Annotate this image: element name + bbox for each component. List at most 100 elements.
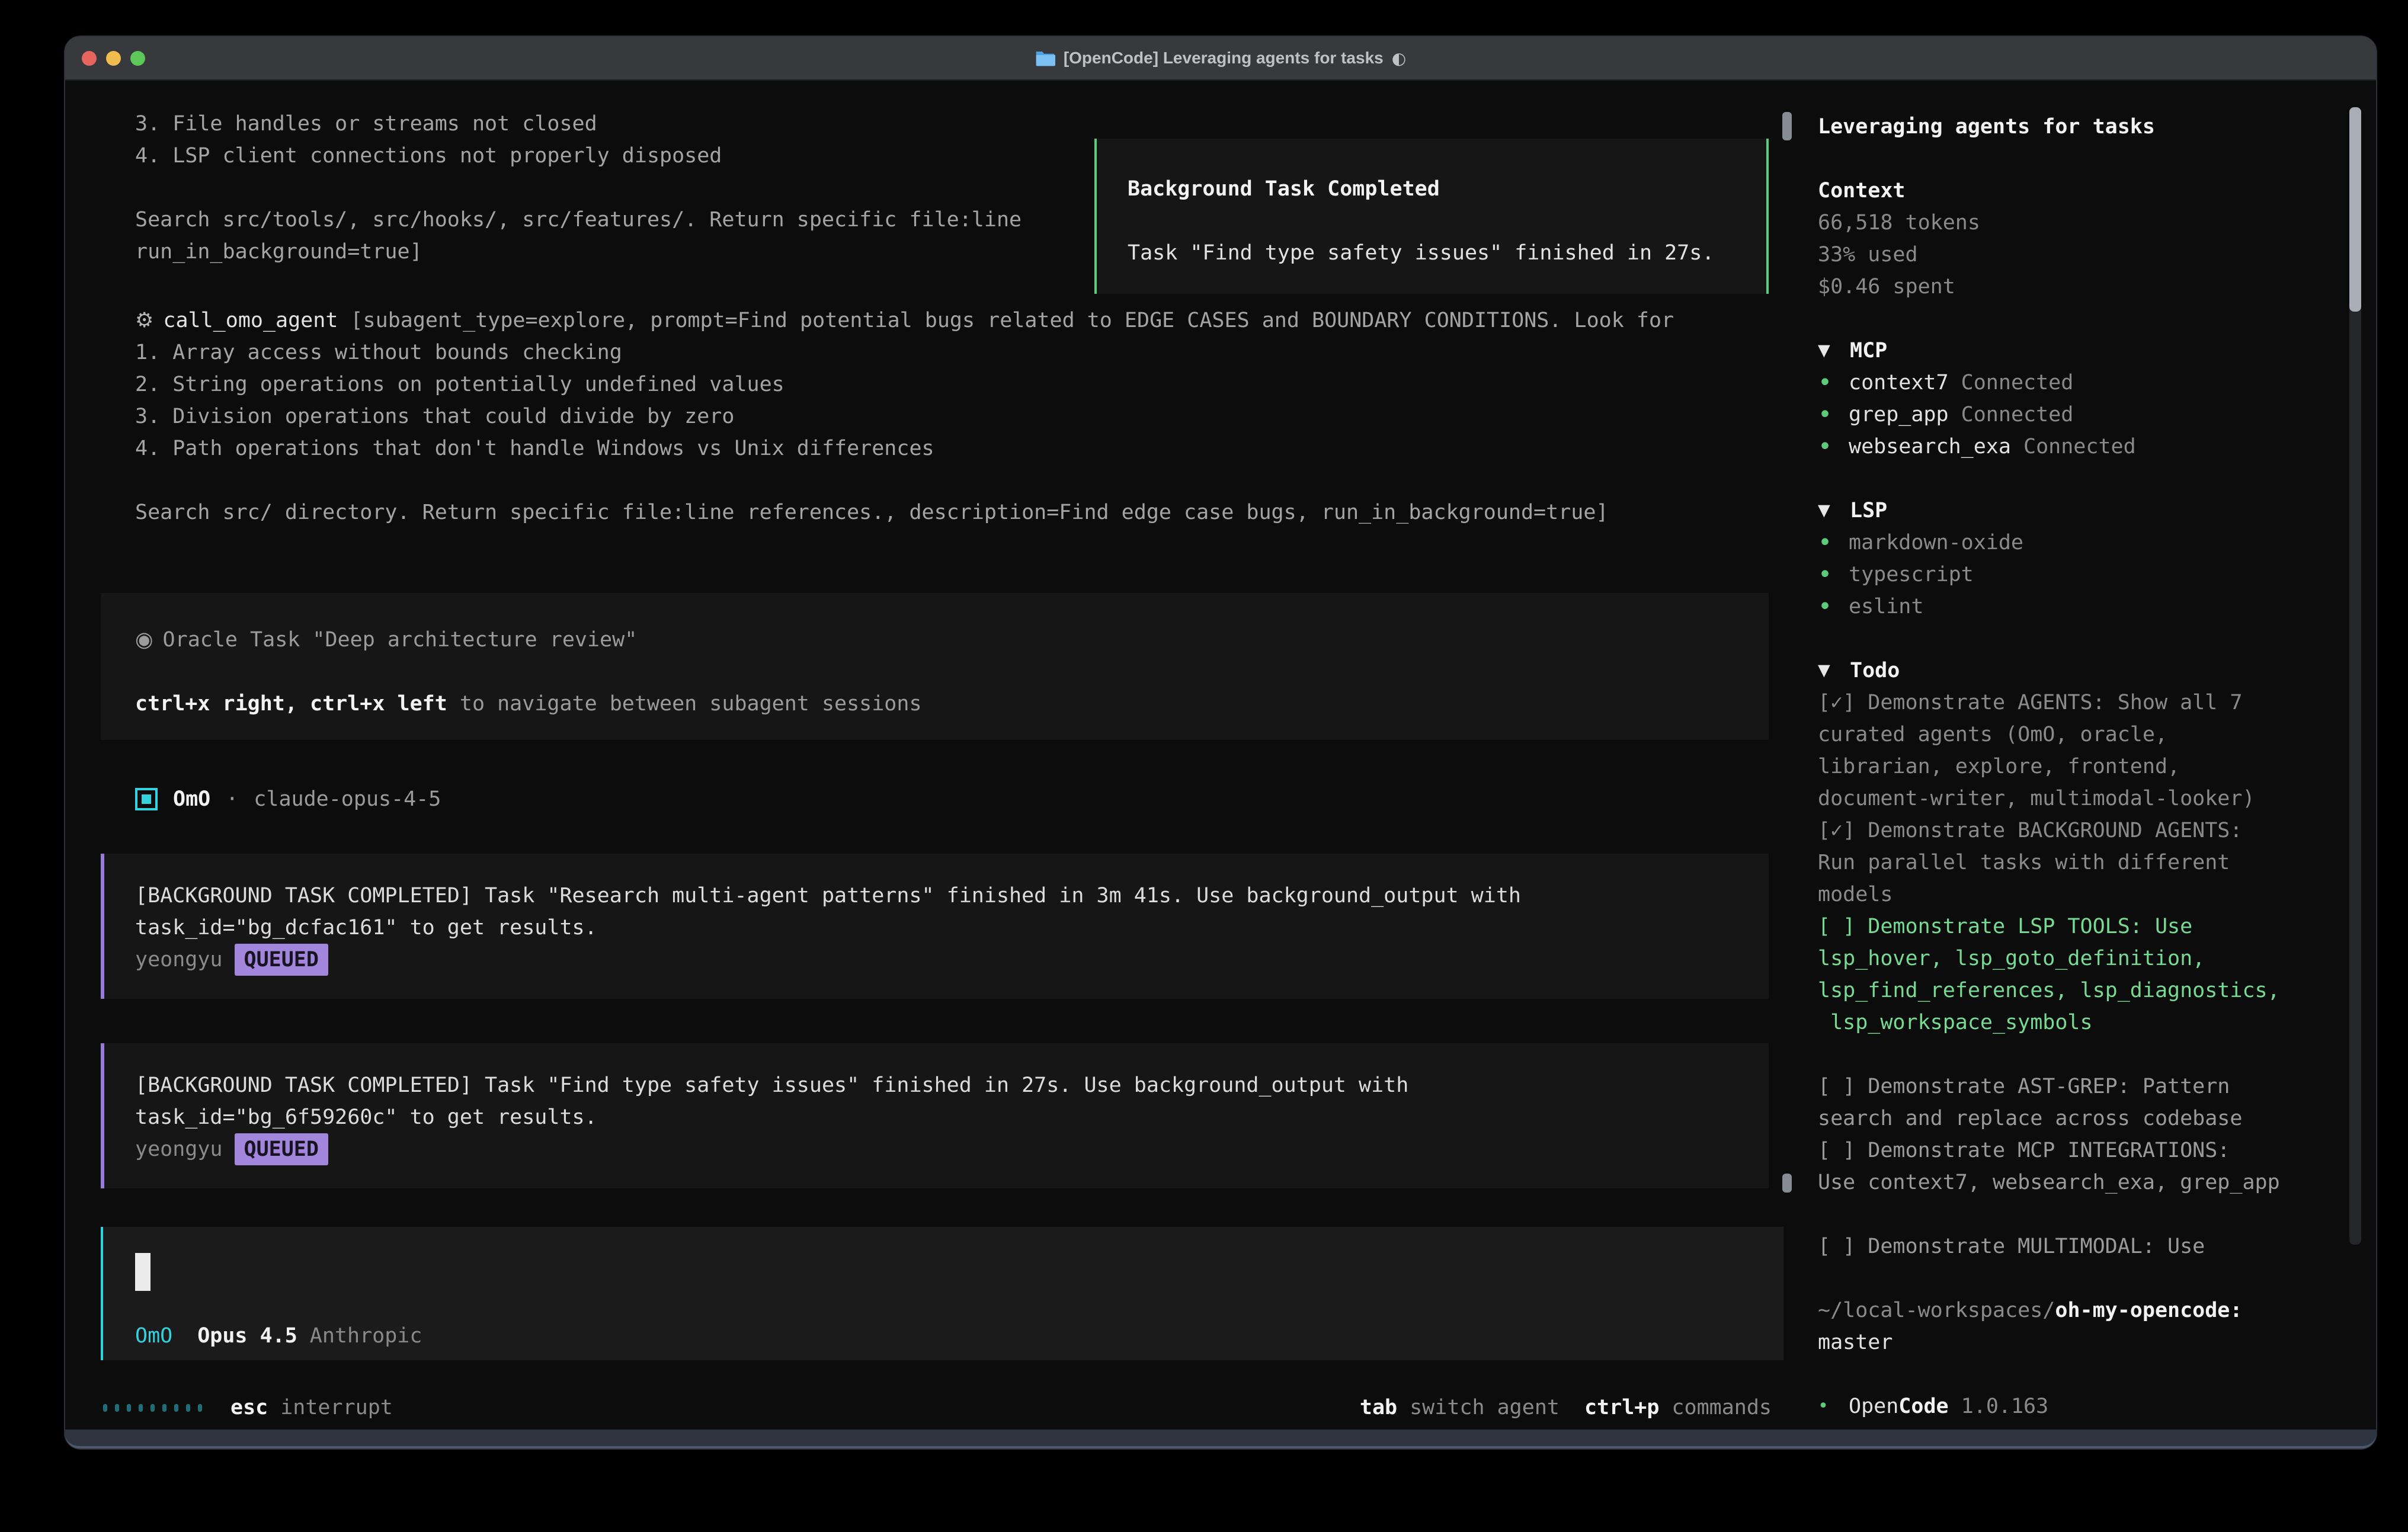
window-title-wrap: [OpenCode] Leveraging agents for tasks ◐: [65, 37, 2376, 79]
scrollback-line: 4. LSP client connections not properly d…: [135, 140, 1022, 172]
todo-line: [ ] Demonstrate MULTIMODAL: Use: [1818, 1230, 2280, 1262]
oracle-header: ◉ Oracle Task "Deep architecture review": [135, 624, 1734, 656]
toast-title: Background Task Completed: [1128, 173, 1735, 205]
lsp-name: typescript: [1849, 559, 1974, 591]
todo-line: Run parallel tasks with different: [1818, 847, 2280, 879]
username: yeongyu: [135, 1137, 223, 1161]
blank-line: [1818, 1198, 2280, 1230]
todo-line: [✓] Demonstrate BACKGROUND AGENTS:: [1818, 815, 2280, 847]
message-line: task_id="bg_6f59260c" to get results.: [135, 1101, 1738, 1133]
task-completed-message: [BACKGROUND TASK COMPLETED] Task "Find t…: [101, 1043, 1769, 1188]
repo-name: oh-my-opencode:: [2055, 1299, 2242, 1322]
window-title: [OpenCode] Leveraging agents for tasks: [1064, 49, 1384, 68]
gear-icon: ⚙: [135, 309, 153, 332]
toast-body: Task "Find type safety issues" finished …: [1128, 237, 1735, 269]
tool-args-tail: Search src/ directory. Return specific f…: [135, 496, 1674, 528]
mcp-header-label: MCP: [1850, 335, 1887, 367]
todo-header-label: Todo: [1850, 655, 1900, 687]
activity-spinner-dots: [103, 1404, 202, 1412]
agent-header-line: OmO · claude-opus-4-5: [135, 783, 441, 815]
message-line: [BACKGROUND TASK COMPLETED] Task "Resear…: [135, 880, 1738, 912]
esc-key-label: interrupt: [280, 1392, 393, 1424]
todo-line: [ ] Demonstrate AST-GREP: Pattern: [1818, 1071, 2280, 1102]
hint-keys: ctrl+x right, ctrl+x left: [135, 692, 447, 716]
target-icon: ◉: [135, 628, 153, 652]
bullet-icon: •: [1818, 367, 1832, 399]
terminal-content: 3. File handles or streams not closed 4.…: [65, 81, 2376, 1430]
sidebar-scrollbar-track[interactable]: [2349, 107, 2361, 1245]
task-completed-message: [BACKGROUND TASK COMPLETED] Task "Resear…: [101, 854, 1769, 999]
todo-line: lsp_hover, lsp_goto_definition,: [1818, 943, 2280, 975]
bullet-icon: •: [1818, 527, 1832, 559]
todo-line: lsp_find_references, lsp_diagnostics,: [1818, 975, 2280, 1007]
bullet-icon: •: [1818, 559, 1832, 591]
context-header: Context: [1818, 175, 1906, 207]
oracle-title: Oracle Task "Deep architecture review": [163, 628, 638, 652]
chevron-down-icon[interactable]: ▼: [1818, 655, 1850, 687]
session-title: Leveraging agents for tasks: [1818, 111, 2155, 143]
folder-icon: [1035, 50, 1055, 66]
chevron-down-icon[interactable]: ▼: [1818, 335, 1850, 367]
context-used: 33% used: [1818, 239, 1918, 271]
app-name: Open: [1849, 1395, 1898, 1418]
bullet-icon: •: [1818, 431, 1832, 463]
agent-icon: [135, 788, 158, 810]
status-badge: QUEUED: [235, 1133, 328, 1165]
scrollback-line: run_in_background=true]: [135, 236, 1022, 268]
app-window: [OpenCode] Leveraging agents for tasks ◐…: [65, 37, 2376, 1448]
scrollback-line: Search src/tools/, src/hooks/, src/featu…: [135, 204, 1022, 236]
agent-short-name: OmO: [135, 1320, 172, 1352]
sidebar-scrollbar-thumb[interactable]: [2349, 107, 2361, 312]
tab-key-hint: tab: [1360, 1392, 1397, 1424]
todo-line: models: [1818, 879, 2280, 911]
tool-arg-item: 4. Path operations that don't handle Win…: [135, 432, 1674, 464]
status-badge: QUEUED: [235, 944, 328, 976]
model-name: Opus 4.5: [197, 1320, 297, 1352]
bullet-icon: •: [1818, 1390, 1829, 1422]
oracle-task-panel: ◉Oracle Task "Deep architecture review" …: [101, 593, 1769, 740]
mcp-name: websearch_exa: [1849, 435, 2011, 459]
message-line: [BACKGROUND TASK COMPLETED] Task "Find t…: [135, 1069, 1738, 1101]
agent-name: OmO: [173, 783, 210, 815]
text-cursor: [135, 1253, 150, 1291]
esc-key-hint: esc: [230, 1392, 268, 1424]
mcp-name: context7: [1849, 371, 1949, 395]
message-meta: yeongyu QUEUED: [135, 1133, 1738, 1165]
workspace-path: ~/local-workspaces/oh-my-opencode:: [1818, 1294, 2242, 1326]
scrollback-line: 3. File handles or streams not closed: [135, 108, 1022, 140]
git-branch: master: [1818, 1326, 1893, 1358]
context-spent: $0.46 spent: [1818, 271, 1955, 303]
cmd-key-hint: ctrl+p: [1584, 1392, 1659, 1424]
tool-args: [subagent_type=explore, prompt=Find pote…: [338, 309, 1674, 332]
mcp-status: Connected: [2023, 435, 2136, 459]
blank-line: [1128, 205, 1735, 237]
provider-name: Anthropic: [310, 1320, 422, 1352]
lsp-header-label: LSP: [1850, 495, 1887, 527]
lsp-name: markdown-oxide: [1849, 527, 2023, 559]
titlebar: [OpenCode] Leveraging agents for tasks ◐: [65, 37, 2376, 81]
todo-line: librarian, explore, frontend,: [1818, 751, 2280, 783]
lsp-name: eslint: [1849, 591, 1923, 623]
agent-model: claude-opus-4-5: [254, 783, 441, 815]
chevron-down-icon[interactable]: ▼: [1818, 495, 1850, 527]
mcp-status: Connected: [1961, 371, 2074, 395]
blank-line: [135, 464, 1674, 496]
path-prefix: ~/local-workspaces/: [1818, 1299, 2055, 1322]
tab-key-label: switch agent: [1410, 1392, 1560, 1424]
background-task-toast: Background Task Completed Task "Find typ…: [1094, 139, 1769, 294]
blank-line: [135, 656, 1734, 688]
oracle-hint: ctrl+x right, ctrl+x left to navigate be…: [135, 688, 1734, 720]
input-model-info: OmO Opus 4.5 Anthropic: [135, 1320, 422, 1352]
todo-line: [ ] Demonstrate LSP TOOLS: Use: [1818, 911, 2280, 943]
mcp-status: Connected: [1961, 403, 2074, 427]
status-bar: esc interrupt tab switch agent ctrl+p co…: [103, 1392, 1772, 1424]
tool-arg-item: 3. Division operations that could divide…: [135, 400, 1674, 432]
todo-line: [ ] Demonstrate MCP INTEGRATIONS:: [1818, 1134, 2280, 1166]
window-bottom-edge: [65, 1430, 2376, 1448]
todo-list: [✓] Demonstrate AGENTS: Show all 7 curat…: [1818, 687, 2280, 1262]
prompt-input[interactable]: OmO Opus 4.5 Anthropic: [101, 1227, 1783, 1360]
sidebar: Leveraging agents for tasks Context 66,5…: [1783, 81, 2376, 1430]
hint-text: to navigate between subagent sessions: [447, 692, 922, 716]
mcp-name: grep_app: [1849, 403, 1949, 427]
tool-call-block: ⚙call_omo_agent [subagent_type=explore, …: [135, 305, 1674, 528]
